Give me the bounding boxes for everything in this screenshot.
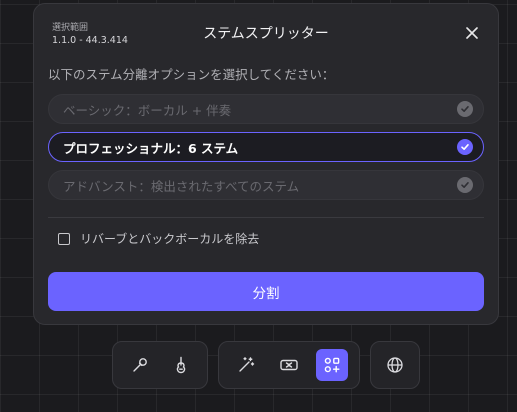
globe-icon (387, 357, 403, 373)
check-circle-icon (457, 139, 473, 155)
magic-wand-button[interactable] (230, 349, 262, 381)
instruction-text: 以下のステム分離オプションを選択してください： (48, 67, 335, 82)
stem-splitter-icon (324, 357, 340, 373)
globe-button[interactable] (379, 349, 411, 381)
option-advanced-label: アドバンスト：検出されたすべてのステム (63, 178, 300, 194)
divider (48, 217, 484, 218)
remove-reverb-checkbox-row[interactable]: リバーブとバックボーカルを除去 (58, 230, 259, 247)
guitar-button[interactable] (165, 349, 197, 381)
close-button[interactable] (460, 21, 484, 45)
toolbar-group-global (370, 341, 420, 389)
loop-arrows-icon (280, 359, 298, 371)
option-basic[interactable]: ベーシック：ボーカル + 伴奏 (48, 94, 484, 124)
check-circle-icon (457, 101, 473, 117)
option-advanced[interactable]: アドバンスト：検出されたすべてのステム (48, 170, 484, 200)
option-basic-label: ベーシック：ボーカル + 伴奏 (63, 102, 232, 118)
remove-reverb-checkbox[interactable] (58, 232, 70, 245)
remove-reverb-label: リバーブとバックボーカルを除去 (80, 232, 260, 246)
dialog-title: ステムスプリッター (203, 26, 329, 42)
stem-splitter-dialog: 選択範囲 1.1.0 - 44.3.414 ステムスプリッター 以下のステム分離… (33, 3, 499, 325)
guitar-icon (176, 356, 185, 374)
split-button[interactable]: 分割 (48, 272, 484, 311)
toolbar-group-instruments (112, 341, 208, 389)
loop-button[interactable] (273, 349, 305, 381)
magic-wand-icon (239, 357, 255, 372)
toolbar-group-effects (218, 341, 360, 389)
check-circle-icon (457, 177, 473, 193)
stem-splitter-button[interactable] (315, 349, 348, 381)
option-professional[interactable]: プロフェッショナル：6 ステム (48, 132, 484, 162)
option-professional-label: プロフェッショナル：6 ステム (63, 140, 239, 156)
microphone-icon (132, 358, 147, 372)
close-icon (466, 27, 478, 39)
microphone-button[interactable] (124, 349, 156, 381)
